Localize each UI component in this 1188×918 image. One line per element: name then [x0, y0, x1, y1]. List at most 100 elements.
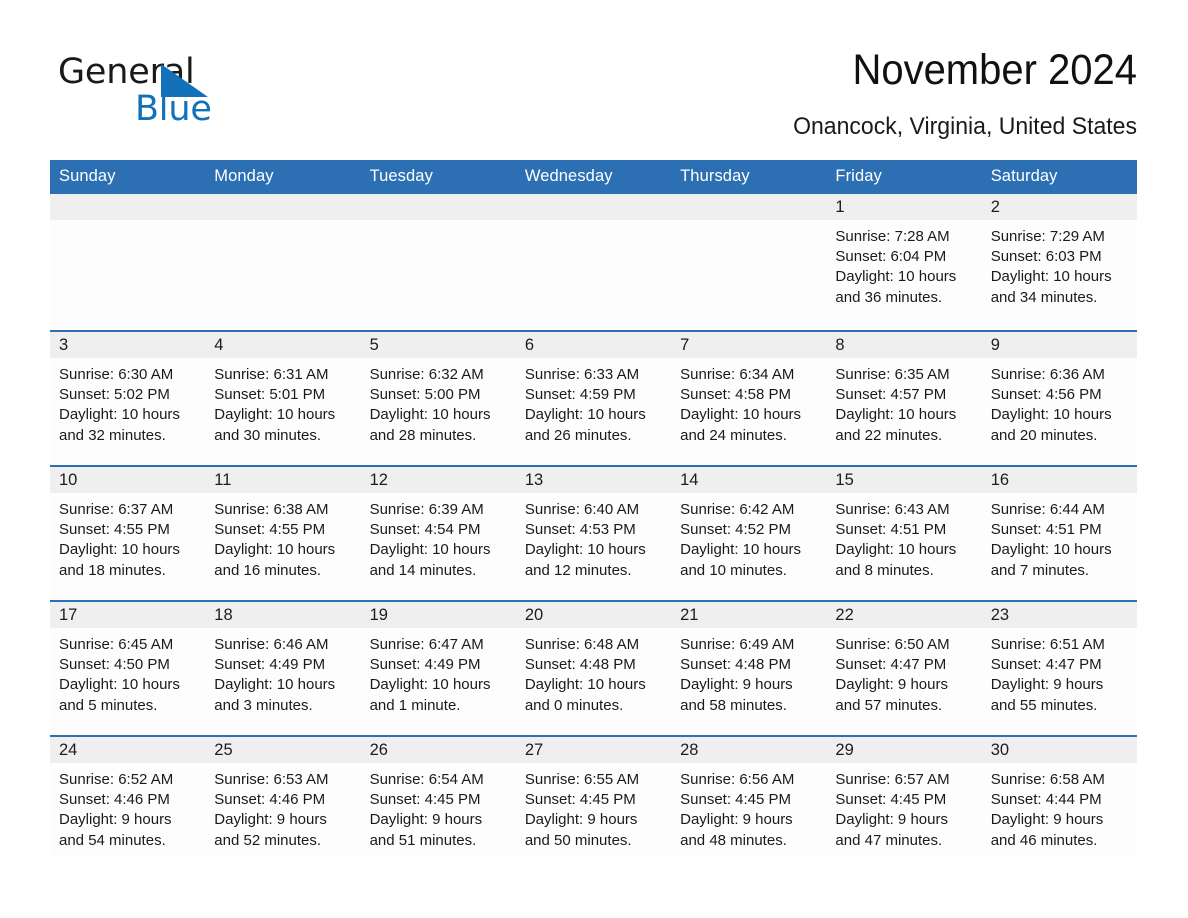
calendar-day-cell[interactable]: 2 Sunrise: 7:29 AM Sunset: 6:03 PM Daylig… [981, 194, 1137, 331]
day-number: 21 [671, 602, 827, 628]
day-sun-info: Sunrise: 6:42 AM Sunset: 4:52 PM Dayligh… [680, 501, 802, 579]
calendar-header-row: Sunday Monday Tuesday Wednesday Thursday Frid… [50, 160, 1137, 194]
calendar-day-cell[interactable]: 7 Sunrise: 6:34 AM Sunset: 4:58 PM Daylig… [671, 330, 827, 466]
calendar-day-cell[interactable]: 28 Sunrise: 6:56 AM Sunset: 4:45 PM Dayli… [671, 735, 827, 855]
day-number: 10 [50, 467, 206, 493]
calendar-day-cell[interactable]: 5 Sunrise: 6:32 AM Sunset: 5:00 PM Daylig… [360, 330, 516, 466]
calendar-day-cell[interactable]: 26 Sunrise: 6:54 AM Sunset: 4:45 PM Dayli… [360, 735, 516, 855]
calendar-day-cell[interactable]: 8 Sunrise: 6:35 AM Sunset: 4:57 PM Daylig… [826, 330, 982, 466]
calendar-day-cell[interactable]: 10 Sunrise: 6:37 AM Sunset: 4:55 PM Dayli… [50, 465, 206, 601]
day-number [50, 194, 206, 220]
day-number: 28 [671, 737, 827, 763]
day-sun-info: Sunrise: 6:34 AM Sunset: 4:58 PM Dayligh… [680, 366, 802, 444]
day-sun-info: Sunrise: 6:31 AM Sunset: 5:01 PM Dayligh… [214, 366, 336, 444]
calendar-day-cell[interactable]: 1 Sunrise: 7:28 AM Sunset: 6:04 PM Daylig… [826, 194, 982, 331]
calendar-day-cell[interactable]: 25 Sunrise: 6:53 AM Sunset: 4:46 PM Dayli… [205, 735, 361, 855]
page-header: General Blue November 2024 Onancock, Vir… [50, 44, 1137, 144]
day-sun-info: Sunrise: 6:56 AM Sunset: 4:45 PM Dayligh… [680, 771, 795, 849]
day-sun-info: Sunrise: 6:36 AM Sunset: 4:56 PM Dayligh… [990, 366, 1112, 444]
calendar-day-cell[interactable]: 27 Sunrise: 6:55 AM Sunset: 4:45 PM Dayli… [515, 735, 672, 855]
day-sun-info: Sunrise: 6:53 AM Sunset: 4:46 PM Dayligh… [214, 771, 329, 849]
calendar-day-cell-empty [205, 194, 361, 331]
day-number: 22 [826, 602, 982, 628]
day-sun-info: Sunrise: 6:39 AM Sunset: 4:54 PM Dayligh… [369, 501, 491, 579]
calendar-day-cell[interactable]: 18 Sunrise: 6:46 AM Sunset: 4:49 PM Dayli… [205, 600, 361, 736]
day-number: 19 [360, 602, 516, 628]
day-sun-info: Sunrise: 6:45 AM Sunset: 4:50 PM Dayligh… [59, 636, 180, 714]
calendar-week-row: 17 Sunrise: 6:45 AM Sunset: 4:50 PM Dayli… [50, 600, 1137, 736]
day-number: 6 [515, 332, 672, 358]
day-number: 1 [826, 194, 982, 220]
calendar-day-cell[interactable]: 19 Sunrise: 6:47 AM Sunset: 4:49 PM Dayli… [360, 600, 516, 736]
day-sun-info: Sunrise: 6:52 AM Sunset: 4:46 PM Dayligh… [59, 771, 174, 849]
day-number: 4 [205, 332, 361, 358]
calendar-day-cell[interactable]: 16 Sunrise: 6:44 AM Sunset: 4:51 PM Dayli… [981, 465, 1137, 601]
day-sun-info: Sunrise: 6:30 AM Sunset: 5:02 PM Dayligh… [59, 366, 180, 444]
calendar-day-cell[interactable]: 29 Sunrise: 6:57 AM Sunset: 4:45 PM Dayli… [826, 735, 982, 855]
calendar-day-cell[interactable]: 22 Sunrise: 6:50 AM Sunset: 4:47 PM Dayli… [826, 600, 982, 736]
day-number: 24 [50, 737, 206, 763]
day-number: 8 [826, 332, 982, 358]
calendar-day-cell[interactable]: 4 Sunrise: 6:31 AM Sunset: 5:01 PM Daylig… [205, 330, 361, 466]
weekday-header-thursday: Thursday [671, 160, 827, 194]
calendar-day-cell[interactable]: 13 Sunrise: 6:40 AM Sunset: 4:53 PM Dayli… [515, 465, 672, 601]
day-sun-info: Sunrise: 6:37 AM Sunset: 4:55 PM Dayligh… [59, 501, 180, 579]
day-sun-info: Sunrise: 6:35 AM Sunset: 4:57 PM Dayligh… [835, 366, 957, 444]
calendar-day-cell[interactable]: 24 Sunrise: 6:52 AM Sunset: 4:46 PM Dayli… [50, 735, 206, 855]
calendar-day-cell-empty [360, 194, 516, 331]
weekday-header-saturday: Saturday [981, 160, 1137, 194]
calendar-week-row: 1 Sunrise: 7:28 AM Sunset: 6:04 PM Daylig… [50, 194, 1137, 331]
calendar-day-cell[interactable]: 20 Sunrise: 6:48 AM Sunset: 4:48 PM Dayli… [515, 600, 672, 736]
calendar-day-cell[interactable]: 6 Sunrise: 6:33 AM Sunset: 4:59 PM Daylig… [515, 330, 672, 466]
day-sun-info: Sunrise: 6:49 AM Sunset: 4:48 PM Dayligh… [680, 636, 795, 714]
calendar-day-cell[interactable]: 11 Sunrise: 6:38 AM Sunset: 4:55 PM Dayli… [205, 465, 361, 601]
calendar-week-row: 24 Sunrise: 6:52 AM Sunset: 4:46 PM Dayli… [50, 735, 1137, 855]
calendar-day-cell-empty [515, 194, 672, 331]
day-sun-info: Sunrise: 6:47 AM Sunset: 4:49 PM Dayligh… [369, 636, 491, 714]
day-number: 26 [360, 737, 516, 763]
calendar-week-row: 10 Sunrise: 6:37 AM Sunset: 4:55 PM Dayli… [50, 465, 1137, 601]
calendar-day-cell-empty [671, 194, 827, 331]
weekday-header-friday: Friday [826, 160, 982, 194]
day-sun-info: Sunrise: 6:51 AM Sunset: 4:47 PM Dayligh… [990, 636, 1105, 714]
day-number: 5 [360, 332, 516, 358]
weekday-header-row: Sunday Monday Tuesday Wednesday Thursday Frid… [50, 160, 1137, 194]
day-number: 20 [515, 602, 672, 628]
day-number: 3 [50, 332, 206, 358]
calendar-day-cell[interactable]: 23 Sunrise: 6:51 AM Sunset: 4:47 PM Dayli… [981, 600, 1137, 736]
day-sun-info: Sunrise: 6:44 AM Sunset: 4:51 PM Dayligh… [990, 501, 1112, 579]
day-number: 16 [981, 467, 1137, 493]
day-number [205, 194, 361, 220]
calendar-day-cell[interactable]: 3 Sunrise: 6:30 AM Sunset: 5:02 PM Daylig… [50, 330, 206, 466]
day-sun-info: Sunrise: 6:43 AM Sunset: 4:51 PM Dayligh… [835, 501, 957, 579]
day-number: 9 [981, 332, 1137, 358]
day-sun-info: Sunrise: 6:33 AM Sunset: 4:59 PM Dayligh… [524, 366, 646, 444]
calendar-day-cell[interactable]: 14 Sunrise: 6:42 AM Sunset: 4:52 PM Dayli… [671, 465, 827, 601]
calendar-table: Sunday Monday Tuesday Wednesday Thursday Frid… [50, 160, 1137, 855]
weekday-header-monday: Monday [205, 160, 361, 194]
weekday-header-tuesday: Tuesday [360, 160, 516, 194]
day-sun-info: Sunrise: 6:50 AM Sunset: 4:47 PM Dayligh… [835, 636, 950, 714]
calendar-day-cell[interactable]: 12 Sunrise: 6:39 AM Sunset: 4:54 PM Dayli… [360, 465, 516, 601]
day-sun-info: Sunrise: 6:54 AM Sunset: 4:45 PM Dayligh… [369, 771, 484, 849]
day-number: 17 [50, 602, 206, 628]
generalblue-logo[interactable]: General Blue [58, 52, 278, 129]
day-sun-info: Sunrise: 6:57 AM Sunset: 4:45 PM Dayligh… [835, 771, 950, 849]
day-number: 18 [205, 602, 361, 628]
calendar-day-cell[interactable]: 9 Sunrise: 6:36 AM Sunset: 4:56 PM Daylig… [981, 330, 1137, 466]
day-number [360, 194, 516, 220]
calendar-day-cell[interactable]: 30 Sunrise: 6:58 AM Sunset: 4:44 PM Dayli… [981, 735, 1137, 855]
calendar-page: General Blue November 2024 Onancock, Vir… [0, 0, 1188, 918]
calendar-day-cell[interactable]: 17 Sunrise: 6:45 AM Sunset: 4:50 PM Dayli… [50, 600, 206, 736]
location-subtitle: Onancock, Virginia, United States [793, 113, 1137, 140]
calendar-grid: Sunday Monday Tuesday Wednesday Thursday Frid… [50, 160, 1137, 855]
day-number: 27 [515, 737, 672, 763]
calendar-day-cell[interactable]: 15 Sunrise: 6:43 AM Sunset: 4:51 PM Dayli… [826, 465, 982, 601]
calendar-day-cell[interactable]: 21 Sunrise: 6:49 AM Sunset: 4:48 PM Dayli… [671, 600, 827, 736]
day-sun-info: Sunrise: 7:29 AM Sunset: 6:03 PM Dayligh… [990, 228, 1112, 306]
logo-text-blue: Blue [135, 89, 212, 129]
day-sun-info: Sunrise: 6:46 AM Sunset: 4:49 PM Dayligh… [214, 636, 336, 714]
weekday-header-sunday: Sunday [50, 160, 206, 194]
calendar-body: 1 Sunrise: 7:28 AM Sunset: 6:04 PM Daylig… [50, 194, 1137, 855]
day-number: 11 [205, 467, 361, 493]
